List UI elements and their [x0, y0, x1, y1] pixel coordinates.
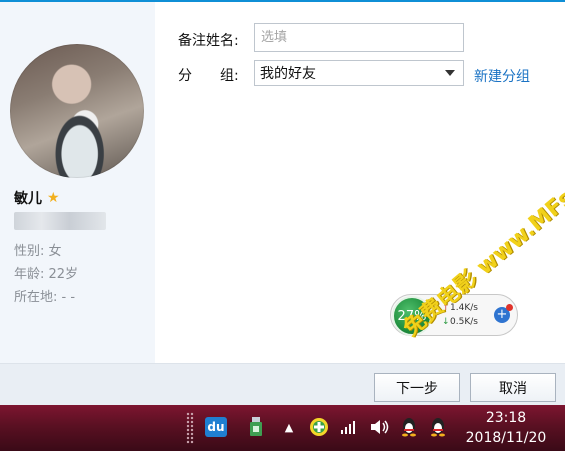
memory-percent: 27% [392, 296, 432, 336]
next-button[interactable]: 下一步 [374, 373, 460, 402]
volume-icon[interactable] [369, 417, 389, 437]
clock-date: 2018/11/20 [465, 430, 547, 446]
download-arrow-icon: ↓ [442, 317, 450, 327]
network-signal-icon[interactable] [339, 417, 359, 437]
remark-name-input[interactable] [254, 23, 464, 52]
security-shield-icon[interactable] [309, 417, 329, 437]
profile-gender: 性别: 女 [14, 244, 62, 259]
download-speed: 0.5K/s [450, 317, 478, 327]
remark-name-label: 备注姓名: [178, 33, 239, 49]
group-select-value: 我的好友 [260, 66, 316, 82]
show-hidden-icons-icon[interactable]: ▲ [279, 417, 299, 437]
qq-penguin-icon[interactable] [399, 417, 419, 437]
profile-name: 敏儿 [14, 191, 42, 207]
chevron-down-icon [445, 70, 455, 76]
cancel-button[interactable]: 取消 [470, 373, 556, 402]
upload-arrow-icon: ↑ [442, 303, 450, 313]
clock-time: 23:18 [485, 410, 527, 426]
network-speed-widget[interactable]: 27% ↑ 1.4K/s ↓ 0.5K/s + [390, 294, 518, 336]
upload-speed: 1.4K/s [450, 303, 478, 313]
blurred-account-id [14, 212, 106, 230]
taskbar-grip[interactable] [186, 412, 194, 444]
taskbar-clock[interactable]: 23:18 2018/11/20 [460, 408, 552, 448]
profile-name-row: 敏儿 ★ [14, 188, 60, 208]
profile-age: 年龄: 22岁 [14, 267, 79, 282]
group-label: 分 组: [178, 68, 239, 84]
profile-location: 所在地: - - [14, 290, 76, 305]
avatar [10, 44, 144, 178]
new-group-link[interactable]: 新建分组 [474, 66, 530, 86]
star-icon: ★ [47, 190, 60, 206]
group-select[interactable]: 我的好友 [254, 60, 464, 86]
qq-penguin-icon-2[interactable] [428, 417, 448, 437]
baidu-du-icon[interactable]: du [205, 417, 227, 437]
usb-device-icon[interactable] [246, 417, 266, 437]
notification-dot [506, 304, 513, 311]
